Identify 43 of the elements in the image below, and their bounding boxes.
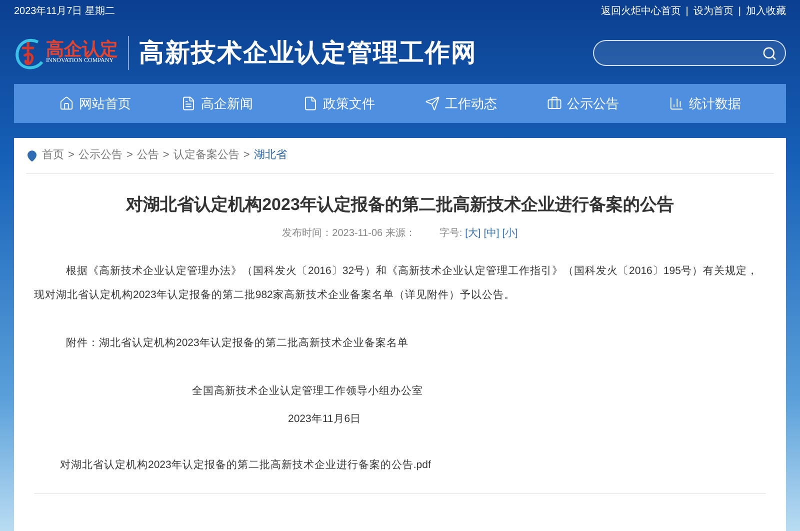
breadcrumb-separator: > [243,148,250,164]
paragraph: 根据《高新技术企业认定管理办法》（国科发火〔2016〕32号）和《高新技术企业认定管理工作指引》（国科发火〔2016〕195号）有关规定，现对湖北省认定机构2023年认定报备的第二批982家高新技术企业备案名单（详见附件）予以公告。 [34,264,759,302]
document-icon [181,96,196,111]
nav-item[interactable]: 高企新闻 [181,94,253,114]
font-size-label: 字号: [439,226,462,240]
article-title: 对湖北省认定机构2023年认定报备的第二批高新技术企业进行备案的公告 [124,194,675,216]
nav-item[interactable]: 政策文件 [303,94,375,114]
search-field[interactable] [593,40,786,66]
breadcrumb-link[interactable]: 首页 [42,147,64,164]
publish-info: 发布时间：2023-11-06 来源： [282,226,416,240]
signature-text: 全国高新技术企业认定管理工作领导小组办公室 [191,384,424,398]
breadcrumb-link[interactable]: 公示公告 [78,147,122,164]
briefcase-icon [547,96,562,111]
font-size-link[interactable]: [小] [502,226,518,240]
home-icon [59,96,74,111]
font-size-link[interactable]: [中] [484,226,500,240]
divider-text: | [738,4,741,18]
search-icon[interactable] [762,46,777,60]
divider-text: | [686,4,688,18]
breadcrumb-link[interactable]: 认定备案公告 [173,147,240,164]
top-link[interactable]: 返回火炬中心首页 [600,4,681,18]
breadcrumb-separator: > [126,148,133,164]
bar-chart-icon [669,96,684,111]
nav-item[interactable]: 工作动态 [425,94,497,114]
font-size-link[interactable]: [大] [465,226,481,240]
location-icon [26,150,38,162]
nav-item[interactable]: 公示公告 [547,94,619,114]
top-link[interactable]: 设为首页 [693,4,734,18]
breadcrumb-separator: > [162,148,170,164]
attachment-link[interactable]: 对湖北省认定机构2023年认定报备的第二批高新技术企业进行备案的公告.pdf [34,452,766,494]
nav-item[interactable]: 网站首页 [59,94,131,114]
paragraph: 附件：湖北省认定机构2023年认定报备的第二批高新技术企业备案名单 [65,336,410,350]
breadcrumb-link[interactable]: 湖北省 [254,147,287,164]
file-icon [303,96,318,111]
breadcrumb-link[interactable]: 公告 [136,147,159,164]
breadcrumb-separator: > [68,148,74,164]
signature-date: 2023年11月6日 [287,412,362,426]
nav-item[interactable]: 统计数据 [669,94,741,114]
paper-plane-icon [425,96,440,111]
site-title: 高新技术企业认定管理工作网 [139,37,477,70]
top-link[interactable]: 加入收藏 [746,4,786,18]
logo-text: 高企认定 [46,40,118,58]
date-text: 2023年11月7日 星期二 [14,4,115,18]
